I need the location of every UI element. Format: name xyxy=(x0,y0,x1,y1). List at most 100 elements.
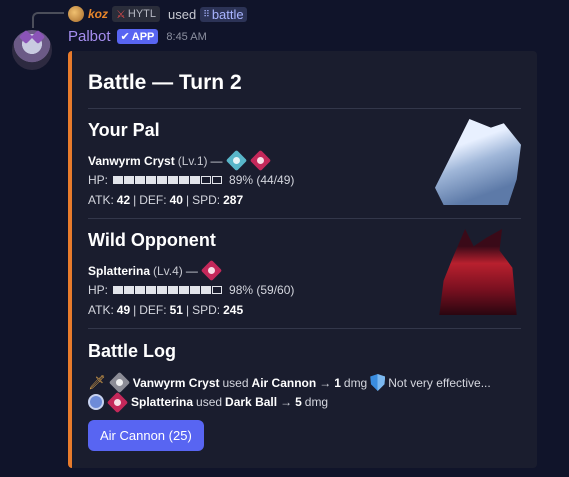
used-text: used xyxy=(168,6,197,22)
hp-segment-empty xyxy=(212,286,223,294)
hp-segment-empty xyxy=(212,176,223,184)
hp-segment-filled xyxy=(157,176,168,184)
your-pal-level: (Lv.1) xyxy=(177,153,208,168)
hp-bar xyxy=(113,286,223,294)
wild-opponent-heading: Wild Opponent xyxy=(88,230,216,250)
def-value: 40 xyxy=(169,193,183,207)
atk-value: 42 xyxy=(116,193,131,207)
timestamp[interactable]: 8:45 AM xyxy=(166,31,206,43)
log-used: used xyxy=(222,375,249,390)
ball-icon xyxy=(88,394,104,410)
bot-avatar[interactable] xyxy=(12,29,52,70)
atk-label: ATK: xyxy=(88,303,114,317)
stat-separator: | xyxy=(185,193,190,207)
reply-header[interactable]: koz ⚔ HYTL used ⠿ battle xyxy=(30,5,247,23)
log-used: used xyxy=(196,395,223,409)
opponent-hp: HP: 98% (59/60) xyxy=(88,283,294,297)
hp-segment-filled xyxy=(201,286,212,294)
stat-separator: | xyxy=(133,303,137,317)
crossed-swords-icon: ⚔ xyxy=(116,8,126,21)
dash: — xyxy=(210,153,223,168)
hp-segment-filled xyxy=(135,176,146,184)
spd-label: SPD: xyxy=(192,303,221,317)
dark-type-icon xyxy=(200,259,222,282)
def-label: DEF: xyxy=(139,303,167,317)
hp-segment-filled xyxy=(124,176,135,184)
stat-separator: | xyxy=(133,193,137,207)
log-actor: Vanwyrm Cryst xyxy=(132,375,220,390)
bot-name[interactable]: Palbot xyxy=(68,28,111,45)
hp-segment-filled xyxy=(168,176,179,184)
hp-segment-filled xyxy=(168,286,179,294)
opponent-info: Splatterina (Lv.4) — xyxy=(88,259,222,282)
app-badge-label: APP xyxy=(131,30,155,43)
hp-segment-filled xyxy=(146,176,157,184)
hp-segment-filled xyxy=(113,176,124,184)
reply-user-avatar[interactable] xyxy=(68,6,84,22)
command-name: battle xyxy=(211,6,244,22)
log-entry: 🗡 Vanwyrm Cryst used Air Cannon → 1 dmg … xyxy=(88,371,491,394)
log-damage: 5 xyxy=(295,395,302,409)
battle-embed: Battle — Turn 2 Your Pal Vanwyrm Cryst (… xyxy=(68,51,537,468)
message-header: Palbot ✔ APP 8:45 AM xyxy=(68,28,207,45)
your-pal-info: Vanwyrm Cryst (Lv.1) — xyxy=(88,149,271,172)
hp-label: HP: xyxy=(88,173,109,187)
divider xyxy=(88,218,521,219)
stat-separator: | xyxy=(185,303,190,317)
slash-command[interactable]: ⠿ battle xyxy=(200,6,247,22)
hp-text: 98% (59/60) xyxy=(229,283,295,297)
checkmark-icon: ✔ xyxy=(120,31,130,43)
log-actor: Splatterina xyxy=(131,395,194,409)
dark-type-icon xyxy=(249,149,271,172)
opponent-stats: ATK: 49 | DEF: 51 | SPD: 245 xyxy=(88,303,243,317)
spd-value: 287 xyxy=(223,193,244,207)
app-badge: ✔ APP xyxy=(116,29,159,44)
spd-value: 245 xyxy=(223,303,244,317)
normal-type-icon xyxy=(108,371,130,394)
log-dmg-label: dmg xyxy=(343,375,368,390)
air-cannon-button[interactable]: Air Cannon (25) xyxy=(88,420,204,451)
hp-segment-filled xyxy=(124,286,135,294)
your-pal-stats: ATK: 42 | DEF: 40 | SPD: 287 xyxy=(88,193,243,207)
dark-type-icon xyxy=(106,391,129,413)
log-entry: Splatterina used Dark Ball → 5 dmg xyxy=(88,391,329,413)
your-pal-hp: HP: 89% (44/49) xyxy=(88,173,294,187)
log-dmg-label: dmg xyxy=(304,395,329,409)
embed-title: Battle — Turn 2 xyxy=(88,71,242,94)
log-move: Air Cannon xyxy=(251,375,317,390)
opponent-level: (Lv.4) xyxy=(153,263,183,278)
hp-segment-filled xyxy=(179,176,190,184)
atk-value: 49 xyxy=(116,303,131,317)
your-pal-heading: Your Pal xyxy=(88,120,160,140)
hp-text: 89% (44/49) xyxy=(229,173,295,187)
divider xyxy=(88,328,521,329)
log-damage: 1 xyxy=(334,375,341,390)
guild-tag-label: HYTL xyxy=(127,8,157,20)
sword-icon: 🗡 xyxy=(88,374,106,390)
log-move: Dark Ball xyxy=(225,395,278,409)
atk-label: ATK: xyxy=(88,193,114,207)
hp-segment-filled xyxy=(113,286,124,294)
guild-tag[interactable]: ⚔ HYTL xyxy=(112,6,161,22)
ice-type-icon xyxy=(225,149,247,172)
hp-label: HP: xyxy=(88,283,109,297)
log-arrow: → xyxy=(280,395,293,409)
your-pal-sprite xyxy=(435,119,521,205)
command-grid-icon: ⠿ xyxy=(203,8,210,19)
reply-username[interactable]: koz xyxy=(88,7,108,21)
hp-segment-filled xyxy=(190,286,201,294)
hp-segment-filled xyxy=(135,286,146,294)
spd-label: SPD: xyxy=(192,193,221,207)
opponent-sprite xyxy=(439,229,517,315)
def-label: DEF: xyxy=(139,193,167,207)
your-pal-name: Vanwyrm Cryst xyxy=(88,153,175,168)
log-arrow: → xyxy=(319,375,332,390)
battle-log-heading: Battle Log xyxy=(88,341,176,361)
avatar-ear-right xyxy=(30,29,46,45)
dash: — xyxy=(185,263,198,278)
hp-bar xyxy=(113,176,223,184)
hp-segment-filled xyxy=(157,286,168,294)
def-value: 51 xyxy=(169,303,183,317)
opponent-name: Splatterina xyxy=(88,263,151,278)
hp-segment-filled xyxy=(179,286,190,294)
